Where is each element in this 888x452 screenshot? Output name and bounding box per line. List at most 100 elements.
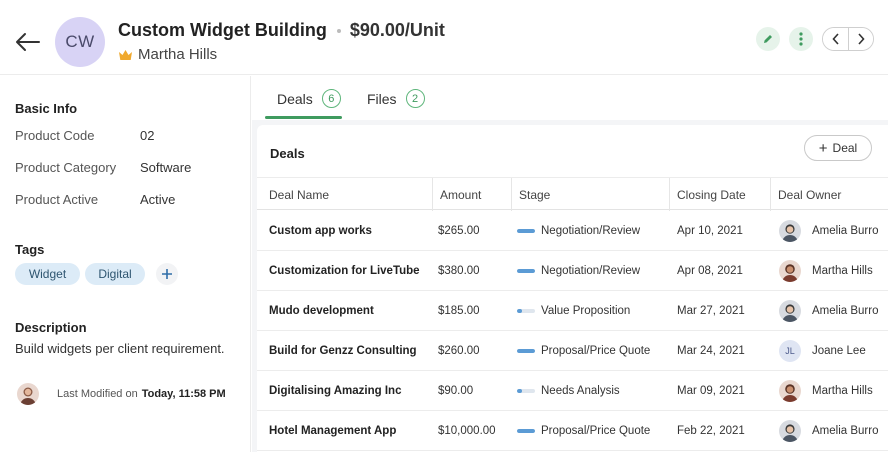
deal-closing-date: Apr 10, 2021 (677, 225, 743, 237)
column-header-stage[interactable]: Stage (511, 178, 669, 211)
description-text: Build widgets per client requirement. (15, 341, 225, 356)
title-row: Custom Widget Building $90.00/Unit (118, 20, 445, 41)
last-modified-value: Today, 11:58 PM (141, 388, 226, 400)
field-label-product-code: Product Code (15, 128, 95, 143)
deal-amount: $10,000.00 (438, 425, 496, 437)
column-header-amount[interactable]: Amount (432, 178, 511, 211)
add-deal-label: Deal (832, 141, 858, 155)
deal-name[interactable]: Build for Genzz Consulting (269, 331, 417, 371)
tab-deals[interactable]: Deals 6 (277, 89, 341, 108)
deal-owner[interactable]: Martha Hills (779, 251, 873, 291)
column-header-closing-date[interactable]: Closing Date (669, 178, 770, 211)
basic-info-heading: Basic Info (15, 101, 78, 116)
stage-progress-bar (517, 269, 535, 273)
add-tag-button[interactable] (156, 263, 178, 285)
tag-digital[interactable]: Digital (85, 263, 145, 285)
product-avatar: CW (55, 17, 105, 67)
tab-deals-count: 6 (321, 89, 341, 108)
plus-icon: + (818, 139, 828, 157)
stage-progress-fill (517, 269, 535, 273)
column-header-deal-owner[interactable]: Deal Owner (770, 178, 888, 211)
table-row[interactable]: Custom app works $265.00 Negotiation/Revie… (257, 211, 888, 251)
table-row[interactable]: Mudo development $185.00 Value Proposition… (257, 291, 888, 331)
deal-name[interactable]: Customization for LiveTube (269, 251, 420, 291)
deal-amount: $185.00 (438, 305, 480, 317)
owner-avatar (779, 420, 801, 442)
header-actions (756, 27, 874, 51)
deal-stage-label: Proposal/Price Quote (541, 345, 651, 357)
table-row[interactable]: Customization for LiveTube $380.00 Negotia… (257, 251, 888, 291)
column-header-deal-name[interactable]: Deal Name (262, 178, 432, 211)
deal-stage-label: Negotiation/Review (541, 265, 641, 277)
field-label-product-category: Product Category (15, 160, 117, 175)
deal-owner[interactable]: JL Joane Lee (779, 331, 866, 371)
pencil-icon (764, 35, 772, 43)
next-record-button[interactable] (848, 28, 873, 50)
tag-widget[interactable]: Widget (15, 263, 80, 285)
add-deal-button[interactable]: + Deal (804, 135, 872, 161)
last-modified: Last Modified on Today, 11:58 PM (17, 383, 226, 405)
table-row[interactable]: Digitalising Amazing Inc $90.00 Needs Anal… (257, 371, 888, 411)
tab-files-count: 2 (405, 89, 425, 108)
more-options-button[interactable] (789, 27, 813, 51)
table-row[interactable]: Build for Genzz Consulting $260.00 Proposa… (257, 331, 888, 371)
owner-avatar (779, 380, 801, 402)
related-panel: Deals 6 Files 2 Deals + Deal Deal Name A… (252, 76, 888, 452)
record-header: CW Custom Widget Building $90.00/Unit Ma… (0, 0, 888, 75)
deal-name[interactable]: Hotel Management App (269, 411, 396, 451)
owner-name[interactable]: Martha Hills (138, 46, 217, 63)
deal-stage: Needs Analysis (517, 371, 620, 411)
separator-dot (336, 28, 341, 33)
deal-stage-label: Needs Analysis (541, 385, 620, 397)
stage-progress-bar (517, 309, 535, 313)
deal-closing-date: Apr 08, 2021 (677, 265, 743, 277)
active-tab-indicator (265, 116, 342, 119)
deal-name[interactable]: Digitalising Amazing Inc (269, 371, 401, 411)
deal-stage: Proposal/Price Quote (517, 331, 650, 371)
owner-avatar (779, 260, 801, 282)
field-value-product-category: Software (140, 160, 192, 175)
tab-files[interactable]: Files 2 (367, 89, 425, 108)
deal-stage-label: Proposal/Price Quote (541, 425, 651, 437)
deal-owner-name: Amelia Burro (812, 425, 879, 437)
deal-stage-label: Negotiation/Review (541, 225, 641, 237)
deal-stage: Proposal/Price Quote (517, 411, 650, 451)
deal-closing-date: Mar 27, 2021 (677, 305, 745, 317)
stage-progress-fill (517, 349, 535, 353)
deal-amount: $265.00 (438, 225, 480, 237)
deal-amount: $90.00 (438, 385, 474, 397)
deal-owner[interactable]: Amelia Burro (779, 411, 878, 451)
deal-owner[interactable]: Amelia Burro (779, 291, 878, 331)
deal-owner[interactable]: Amelia Burro (779, 211, 878, 251)
deal-name[interactable]: Mudo development (269, 291, 374, 331)
deal-owner-name: Amelia Burro (812, 305, 879, 317)
stage-progress-fill (517, 229, 535, 233)
deal-owner[interactable]: Martha Hills (779, 371, 873, 411)
owner-avatar (779, 300, 801, 322)
deal-owner-name: Martha Hills (812, 265, 873, 277)
vertical-dots-icon (799, 32, 803, 46)
tags-heading: Tags (15, 242, 45, 257)
deal-stage-label: Value Proposition (541, 305, 631, 317)
product-owner: Martha Hills (118, 46, 217, 63)
table-row[interactable]: Hotel Management App $10,000.00 Proposal/P… (257, 411, 888, 451)
deals-table-header: Deal Name Amount Stage Closing Date Deal… (257, 177, 888, 211)
deal-owner-name: Joane Lee (812, 345, 866, 357)
stage-progress-bar (517, 229, 535, 233)
deal-owner-name: Martha Hills (812, 385, 873, 397)
deals-card: Deals + Deal Deal Name Amount Stage Clos… (257, 125, 888, 452)
field-value-product-code: 02 (140, 128, 155, 143)
stage-progress-bar (517, 429, 535, 433)
deal-name[interactable]: Custom app works (269, 211, 372, 251)
chevron-right-icon (858, 33, 865, 45)
deal-closing-date: Mar 24, 2021 (677, 345, 745, 357)
stage-progress-bar (517, 389, 535, 393)
stage-progress-bar (517, 349, 535, 353)
deal-stage: Negotiation/Review (517, 251, 640, 291)
previous-record-button[interactable] (823, 28, 848, 50)
back-arrow-icon[interactable] (14, 28, 42, 56)
field-value-product-active: Active (140, 192, 176, 207)
edit-button[interactable] (756, 27, 780, 51)
details-panel: Basic Info Product Code 02 Product Categ… (0, 76, 251, 452)
unit-price: $90.00/Unit (349, 20, 445, 40)
